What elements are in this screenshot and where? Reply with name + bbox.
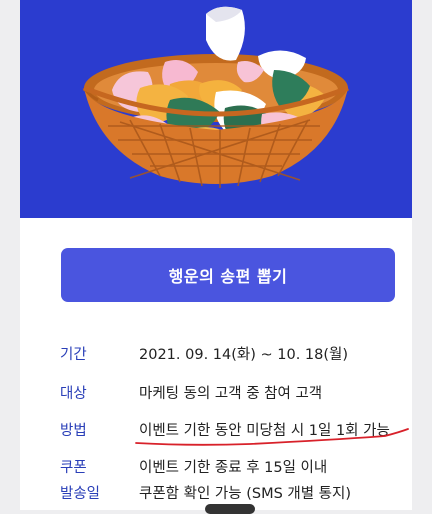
songpyeon-basket-illustration (82, 6, 349, 188)
home-indicator (205, 504, 255, 514)
info-label: 발송일 (60, 486, 101, 502)
info-value: 이벤트 기한 종료 후 15일 이내 (139, 460, 328, 476)
info-label: 쿠폰 (60, 460, 87, 476)
info-label: 기간 (60, 347, 87, 363)
info-row-coupon: 쿠폰 이벤트 기한 종료 후 15일 이내 (20, 455, 412, 481)
hero-banner (20, 0, 412, 218)
info-value: 이벤트 기한 동안 미당첨 시 1일 1회 가능 (139, 423, 390, 439)
info-row-method: 방법 이벤트 기한 동안 미당첨 시 1일 1회 가능 (20, 418, 412, 444)
info-value: 2021. 09. 14(화) ~ 10. 18(월) (139, 347, 349, 363)
event-page: 행운의 송편 뽑기 기간 2021. 09. 14(화) ~ 10. 18(월)… (20, 0, 412, 510)
info-label: 대상 (60, 386, 87, 402)
info-label: 방법 (60, 423, 87, 439)
lucky-songpyeon-draw-button[interactable]: 행운의 송편 뽑기 (61, 248, 395, 302)
info-value: 마케팅 동의 고객 중 참여 고객 (139, 386, 323, 402)
info-row-target: 대상 마케팅 동의 고객 중 참여 고객 (20, 381, 412, 407)
info-row-period: 기간 2021. 09. 14(화) ~ 10. 18(월) (20, 342, 412, 368)
